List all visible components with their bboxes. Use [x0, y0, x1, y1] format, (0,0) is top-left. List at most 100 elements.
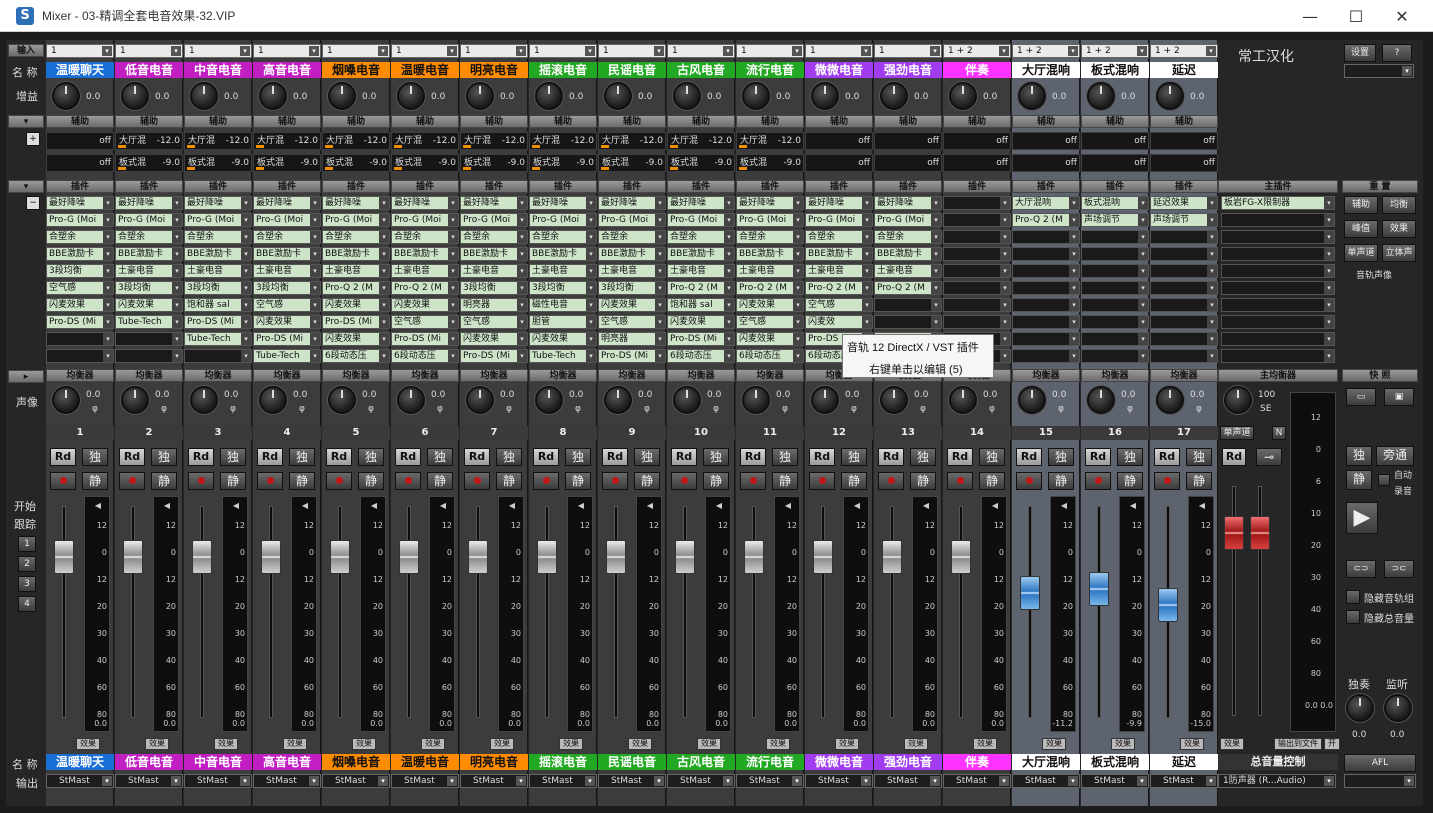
effects-button[interactable]: 效果 [1042, 738, 1066, 750]
plugin-slot[interactable]: BBE激励卡 ▾ [805, 247, 873, 261]
mute-button[interactable]: 静 [772, 472, 798, 490]
plugin-slot[interactable]: 3段均衡 ▾ [529, 281, 597, 295]
plugin-slot[interactable]: 土豪电音 ▾ [598, 264, 666, 278]
solo-button[interactable]: 独 [841, 448, 867, 466]
plugin-slot[interactable]: ▾ [943, 264, 1011, 278]
record-arm-button[interactable] [947, 472, 973, 490]
volume-fader[interactable] [1158, 588, 1178, 622]
mute-button[interactable]: 静 [220, 472, 246, 490]
plugin-slot[interactable]: Pro-G (Moi ▾ [253, 213, 321, 227]
mute-button[interactable]: 静 [1048, 472, 1074, 490]
speaker-icon[interactable]: ◀ [1199, 501, 1205, 510]
effects-button[interactable]: 效果 [1180, 738, 1204, 750]
speaker-icon[interactable]: ◀ [716, 501, 722, 510]
plugin-slot[interactable]: Pro-Q 2 (M ▾ [322, 281, 390, 295]
mute-button[interactable]: 静 [565, 472, 591, 490]
plugin-slot[interactable]: 土豪电音 ▾ [322, 264, 390, 278]
plugin-slot[interactable]: BBE激励卡 ▾ [322, 247, 390, 261]
plugin-slot[interactable]: ▾ [1081, 264, 1149, 278]
record-arm-button[interactable] [1016, 472, 1042, 490]
input-select[interactable]: 1 ▾ [184, 44, 252, 58]
plugin-slot[interactable]: 6段动态压▾ [667, 349, 735, 363]
plugin-slot[interactable]: 土豪电音 ▾ [184, 264, 252, 278]
solo-button[interactable]: 独 [772, 448, 798, 466]
input-select[interactable]: 1 ▾ [736, 44, 804, 58]
read-automation-button[interactable]: Rd [257, 448, 283, 466]
record-arm-button[interactable] [464, 472, 490, 490]
plugin-slot[interactable]: ▾ [46, 332, 114, 346]
mute-button[interactable]: 静 [703, 472, 729, 490]
plugin-slot[interactable]: 空气感 ▾ [460, 315, 528, 329]
plugin-slot[interactable]: 3段均衡 ▾ [598, 281, 666, 295]
group-number-button[interactable]: 2 [18, 556, 36, 572]
speaker-icon[interactable]: ◀ [371, 501, 377, 510]
plugin-slot[interactable]: 合塑余 ▾ [184, 230, 252, 244]
read-automation-button[interactable]: Rd [464, 448, 490, 466]
global-mute-button[interactable]: 静 [1346, 470, 1372, 490]
track-name[interactable]: 低音电音 [115, 62, 183, 78]
plugin-slot[interactable]: 最好降噪 ▾ [736, 196, 804, 210]
mute-button[interactable]: 静 [496, 472, 522, 490]
group-number-button[interactable]: 4 [18, 596, 36, 612]
plugin-slot[interactable]: ▾ [1012, 349, 1080, 363]
output-select[interactable]: StMast ▾ [1150, 774, 1218, 788]
pan-knob[interactable] [535, 386, 563, 414]
gain-knob[interactable] [397, 82, 425, 110]
input-select[interactable]: 1 ▾ [391, 44, 459, 58]
record-arm-button[interactable] [119, 472, 145, 490]
speaker-icon[interactable]: ◀ [854, 501, 860, 510]
master-plugin-slot[interactable]: ▾ [1221, 247, 1335, 261]
track-name[interactable]: 烟嗓电音 [322, 62, 390, 78]
plugin-slot[interactable]: ▾ [1012, 332, 1080, 346]
record-arm-button[interactable] [257, 472, 283, 490]
plugin-slot[interactable]: Pro-G (Moi ▾ [460, 213, 528, 227]
read-automation-button[interactable]: Rd [1085, 448, 1111, 466]
plugin-slot[interactable]: 最好降噪 ▾ [460, 196, 528, 210]
effects-button[interactable]: 效果 [421, 738, 445, 750]
plugin-slot[interactable]: 闪麦效果 ▾ [667, 315, 735, 329]
plugin-slot[interactable]: 合塑余 ▾ [391, 230, 459, 244]
record-arm-button[interactable] [533, 472, 559, 490]
phase-icon[interactable]: φ [782, 404, 788, 414]
phase-icon[interactable]: φ [713, 404, 719, 414]
solo-button[interactable]: 独 [358, 448, 384, 466]
plugin-slot[interactable]: Pro-DS (Mi▾ [46, 315, 114, 329]
track-name[interactable]: 高音电音 [253, 62, 321, 78]
input-header[interactable]: 输入 [8, 44, 44, 57]
plugin-slot[interactable]: ▾ [184, 349, 252, 363]
plugin-slot[interactable]: ▾ [943, 281, 1011, 295]
mute-button[interactable]: 静 [427, 472, 453, 490]
volume-fader[interactable] [813, 540, 833, 574]
master-fader-right[interactable] [1250, 516, 1270, 550]
phase-icon[interactable]: φ [989, 404, 995, 414]
master-plugin-slot[interactable]: ▾ [1221, 298, 1335, 312]
plugin-slot[interactable]: 土豪电音 ▾ [667, 264, 735, 278]
output-select[interactable]: StMast ▾ [805, 774, 873, 788]
plugin-slot[interactable]: BBE激励卡 ▾ [460, 247, 528, 261]
solo-button[interactable]: 独 [1186, 448, 1212, 466]
aux-send[interactable]: off [1150, 154, 1218, 172]
minimize-button[interactable]: — [1287, 0, 1333, 32]
plugin-slot[interactable]: Pro-G (Moi ▾ [805, 213, 873, 227]
plugin-slot[interactable]: ▾ [1150, 298, 1218, 312]
phase-icon[interactable]: φ [575, 404, 581, 414]
plugin-slot[interactable]: 闪麦效果 ▾ [736, 298, 804, 312]
record-arm-button[interactable] [671, 472, 697, 490]
plugin-slot[interactable]: 6段动态压▾ [322, 349, 390, 363]
plugin-slot[interactable]: 闪麦效果 ▾ [322, 332, 390, 346]
plugin-slot[interactable]: Pro-DS (Mi▾ [184, 315, 252, 329]
plugin-slot[interactable]: 最好降噪 ▾ [529, 196, 597, 210]
effects-button[interactable]: 效果 [628, 738, 652, 750]
output-select[interactable]: StMast ▾ [667, 774, 735, 788]
plugin-slot[interactable]: 最好降噪 ▾ [805, 196, 873, 210]
solo-button[interactable]: 独 [910, 448, 936, 466]
plugin-slot[interactable]: 声场调节 ▾ [1150, 213, 1218, 227]
plugin-slot[interactable]: ▾ [1081, 332, 1149, 346]
settings-button[interactable]: 设置 [1344, 44, 1376, 62]
solo-button[interactable]: 独 [427, 448, 453, 466]
plugin-slot[interactable]: 土豪电音 ▾ [460, 264, 528, 278]
plugin-slot[interactable]: 3段均衡 ▾ [46, 264, 114, 278]
pan-knob[interactable] [742, 386, 770, 414]
plugin-slot[interactable]: ▾ [1081, 281, 1149, 295]
gain-knob[interactable] [1087, 82, 1115, 110]
